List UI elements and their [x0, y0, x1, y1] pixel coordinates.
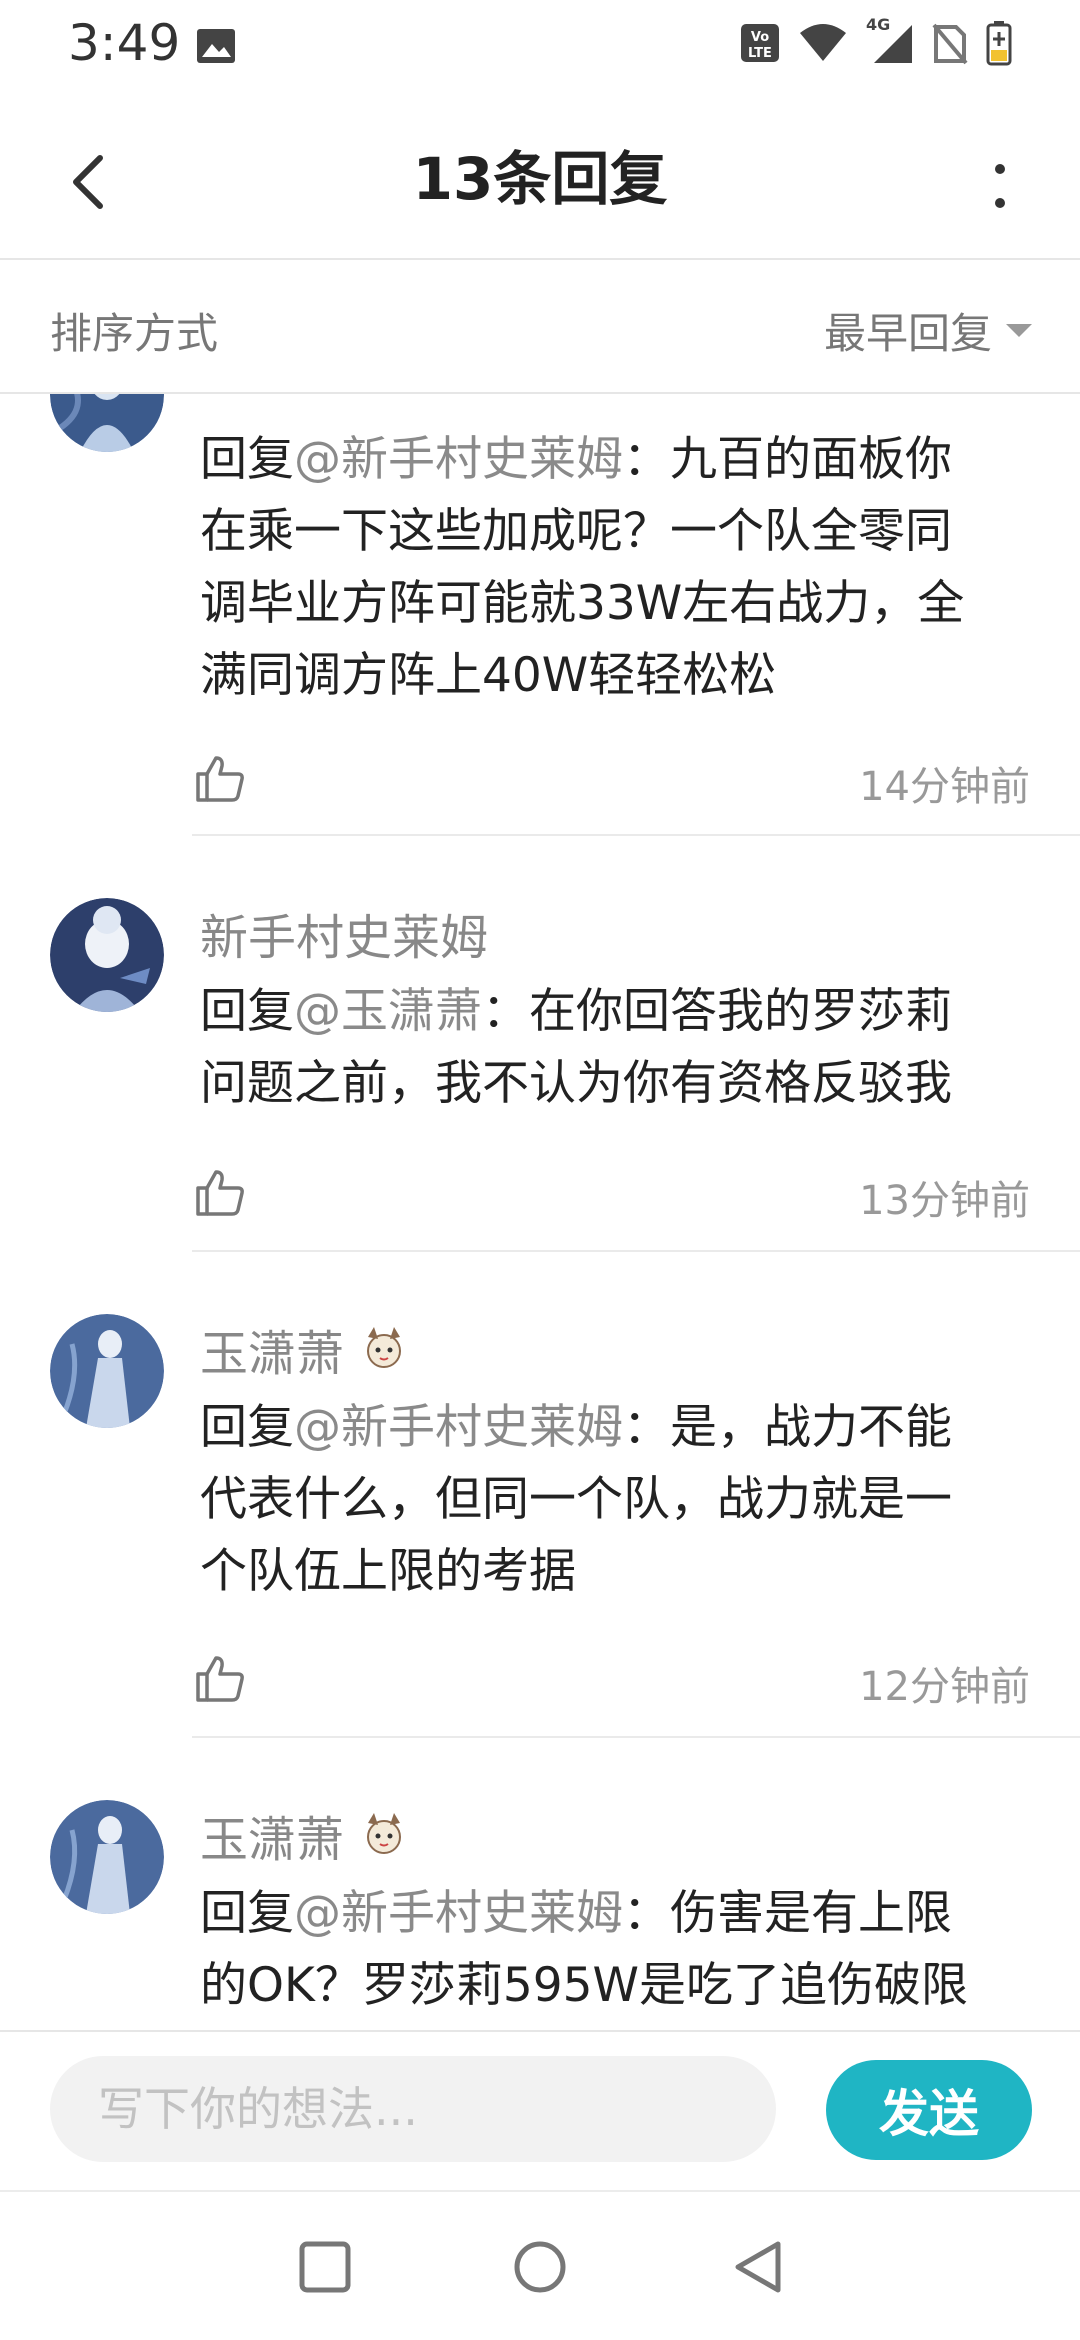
comment-input[interactable] [50, 2056, 776, 2162]
reply-line: ：是，战力不能 [623, 1400, 952, 1455]
svg-text:LTE: LTE [748, 46, 772, 61]
reply-mention[interactable]: @新手村史莱姆 [294, 1886, 623, 1941]
avatar[interactable] [50, 1314, 164, 1428]
reply-time: 13分钟前 [859, 1178, 1030, 1224]
sort-bar: 排序方式 最早回复 [0, 260, 1080, 394]
reply-item: 新手村史莱姆 回复@玉潇萧：在你回答我的罗莎莉 问题之前，我不认为你有资格反驳我… [0, 836, 1080, 1252]
reply-text: 回复@玉潇萧：在你回答我的罗莎莉 问题之前，我不认为你有资格反驳我 [200, 976, 1040, 1120]
more-options-button[interactable] [960, 136, 1040, 236]
avatar-image [50, 394, 164, 452]
avatar[interactable] [50, 1800, 164, 1914]
reply-line: 个队伍上限的考据 [200, 1544, 576, 1599]
reply-time: 12分钟前 [859, 1664, 1030, 1710]
cellular-signal: 4G [866, 15, 914, 65]
avatar[interactable] [50, 394, 164, 452]
sort-selected-value: 最早回复 [823, 309, 992, 358]
status-bar: 3:49 Vo LTE 4G [0, 0, 1080, 96]
nav-back-triangle-icon [735, 2241, 781, 2293]
reply-line: ：在你回答我的罗莎莉 [482, 984, 952, 1039]
recents-button[interactable] [280, 2222, 370, 2312]
reply-mention[interactable]: @玉潇萧 [294, 984, 482, 1039]
avatar-image [50, 1800, 164, 1914]
system-nav-bar [0, 2190, 1080, 2340]
reply-prefix: 回复 [200, 1400, 294, 1455]
reply-author[interactable]: 玉潇萧 [200, 1314, 410, 1384]
nav-circle-icon [514, 2241, 566, 2293]
reply-line: 调毕业方阵可能就33W左右战力，全 [200, 576, 965, 631]
avatar-image [50, 1314, 164, 1428]
reply-item: 玉潇萧 回复@新手村史莱姆：是，战力不能 代表什么，但同一个队，战力就是一 个队… [0, 1252, 1080, 1738]
reply-line: 在乘一下这些加成呢？一个队全零同 [200, 504, 952, 559]
reply-text: 回复@新手村史莱姆：伤害是有上限 的OK？罗莎莉595W是吃了追伤破限 [200, 1878, 1040, 2022]
no-sim-icon [932, 23, 968, 65]
image-notification-icon [197, 29, 235, 63]
sort-dropdown[interactable]: 最早回复 [824, 300, 1032, 361]
reply-list[interactable]: 回复@新手村史莱姆：九百的面板你 在乘一下这些加成呢？一个队全零同 调毕业方阵可… [0, 394, 1080, 2030]
reply-mention[interactable]: @新手村史莱姆 [294, 432, 623, 487]
reply-line: 满同调方阵上40W轻轻松松 [200, 648, 777, 703]
comment-composer: 发送 [0, 2030, 1080, 2190]
reply-line: 的OK？罗莎莉595W是吃了追伤破限 [200, 1958, 968, 2013]
reply-line: 问题之前，我不认为你有资格反驳我 [200, 1056, 952, 1111]
badge-icon [367, 1813, 402, 1854]
send-button[interactable]: 发送 [826, 2060, 1032, 2160]
home-button[interactable] [495, 2222, 585, 2312]
reply-prefix: 回复 [200, 1886, 294, 1941]
reply-text: 回复@新手村史莱姆：是，战力不能 代表什么，但同一个队，战力就是一 个队伍上限的… [200, 1392, 1040, 1608]
thumb-up-icon[interactable] [194, 1166, 246, 1218]
svg-text:Vo: Vo [751, 30, 769, 45]
reply-mention[interactable]: @新手村史莱姆 [294, 1400, 623, 1455]
more-vertical-icon [995, 164, 1005, 208]
reply-line: ：九百的面板你 [623, 432, 952, 487]
avatar[interactable] [50, 898, 164, 1012]
reply-line: 代表什么，但同一个队，战力就是一 [200, 1472, 952, 1527]
wifi-icon [800, 24, 846, 61]
reply-author-name: 新手村史莱姆 [200, 910, 489, 966]
badge-icon [367, 1327, 402, 1368]
reply-line: ：伤害是有上限 [623, 1886, 952, 1941]
reply-author[interactable]: 新手村史莱姆 [200, 898, 488, 968]
reply-time: 14分钟前 [859, 764, 1030, 810]
reply-item: 回复@新手村史莱姆：九百的面板你 在乘一下这些加成呢？一个队全零同 调毕业方阵可… [0, 394, 1080, 836]
sort-label: 排序方式 [50, 309, 219, 358]
reply-prefix: 回复 [200, 432, 294, 487]
thumb-up-icon[interactable] [194, 752, 246, 804]
reply-author-name: 玉潇萧 [200, 1326, 345, 1382]
status-time: 3:49 [68, 14, 181, 72]
reply-prefix: 回复 [200, 984, 294, 1039]
avatar-image [50, 898, 164, 1012]
nav-square-icon [299, 2241, 351, 2293]
reply-item: 玉潇萧 回复@新手村史莱姆：伤害是有上限 的OK？罗莎莉595W是吃了追伤破限 [0, 1738, 1080, 2030]
reply-author[interactable]: 玉潇萧 [200, 1800, 410, 1870]
reply-text: 回复@新手村史莱姆：九百的面板你 在乘一下这些加成呢？一个队全零同 调毕业方阵可… [200, 424, 1040, 712]
header: 13条回复 [0, 96, 1080, 260]
sort-caret-icon [1006, 324, 1032, 337]
volte-icon: Vo LTE [741, 24, 779, 62]
thumb-up-icon[interactable] [194, 1652, 246, 1704]
reply-author-name: 玉潇萧 [200, 1812, 345, 1868]
status-icons: Vo LTE 4G [740, 15, 1012, 66]
system-back-button[interactable] [714, 2222, 804, 2312]
screen: 3:49 Vo LTE 4G 13条回复 排序方式 最早回复 回复@新手村史莱姆… [0, 0, 1080, 2340]
page-title: 13条回复 [412, 145, 668, 213]
battery-icon [986, 21, 1012, 66]
signal-icon [874, 25, 912, 63]
